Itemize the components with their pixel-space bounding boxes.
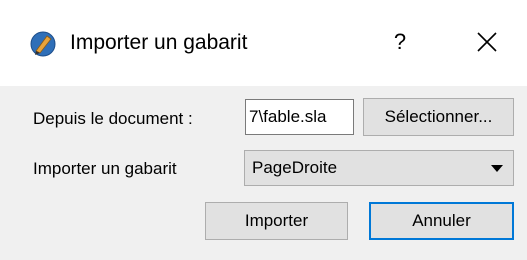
import-button[interactable]: Importer xyxy=(205,202,348,240)
dialog-title: Importer un gabarit xyxy=(70,31,248,54)
scribus-pen-icon xyxy=(30,31,56,57)
template-select[interactable]: PageDroite xyxy=(244,150,514,186)
title-bar: Importer un gabarit ? xyxy=(0,0,527,86)
document-path-input[interactable]: 7\fable.sla xyxy=(245,99,354,135)
close-icon xyxy=(477,32,497,52)
template-selected-value: PageDroite xyxy=(252,158,338,177)
import-template-dialog: Importer un gabarit ? Depuis le document… xyxy=(0,0,527,260)
close-button[interactable] xyxy=(462,22,512,62)
template-label: Importer un gabarit xyxy=(33,159,177,178)
help-button[interactable]: ? xyxy=(378,22,422,62)
select-document-button[interactable]: Sélectionner... xyxy=(363,98,514,136)
document-label: Depuis le document : xyxy=(33,109,193,128)
chevron-down-icon xyxy=(491,165,503,172)
cancel-button[interactable]: Annuler xyxy=(369,202,514,240)
